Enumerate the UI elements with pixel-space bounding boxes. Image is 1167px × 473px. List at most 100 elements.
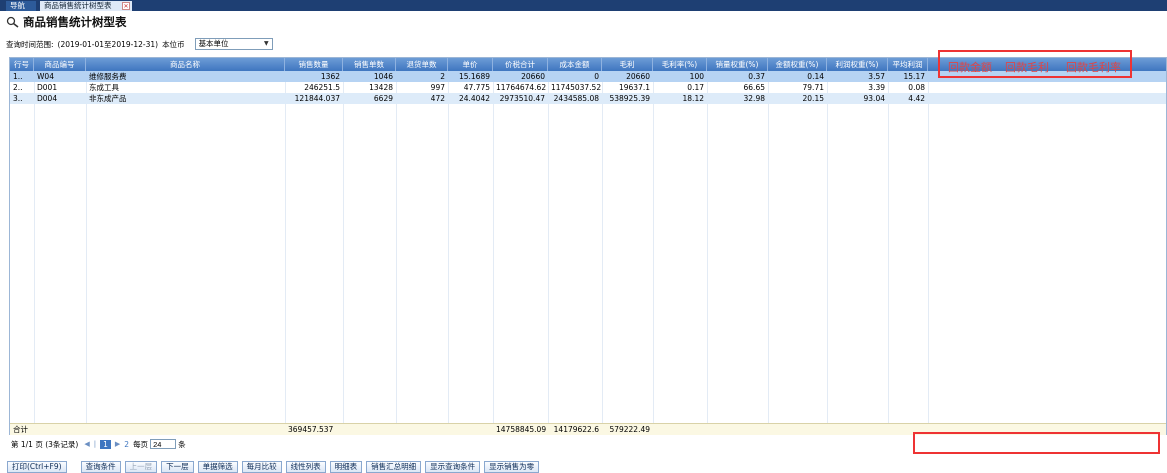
title-row: 商品销售统计树型表 [6,15,127,29]
show-query-conditions-button[interactable]: 显示查询条件 [425,461,481,473]
per-page-unit: 条 [178,439,186,449]
tab-navigation[interactable]: 导航 [6,1,36,11]
table-row[interactable]: 2.. D001 东成工具 246251.5 13428 997 47.775 1176467… [10,82,1166,93]
close-icon[interactable]: ✕ [122,2,130,10]
level-up-button[interactable]: 上一层 [124,461,158,473]
cell-sales-qty: 121844.037 [294,94,340,103]
column-header-return-orders[interactable]: 退货单数 [396,58,448,71]
column-header-item-name[interactable]: 商品名称 [86,58,285,71]
annotation-text: 回款金额 [948,61,992,74]
cell-profit-weight: 3.57 [868,72,885,81]
grid-divider [827,71,828,423]
tab-bar: 导航 商品销售统计树型表 ✕ [0,0,1167,11]
next-page-icon[interactable]: ▶ [115,440,120,448]
cell-gross-profit: 538925.39 [609,94,650,103]
page-button-2[interactable]: 2 [124,440,129,449]
cell-gross-profit: 19637.1 [618,83,650,92]
pager: 第 1/1 页 (3条记录) ◀ | 1 ▶ 2 每页 条 [11,438,186,450]
annotation-text: 回款毛利率 [1066,61,1121,74]
cell-avg-profit: 4.42 [908,94,925,103]
cell-item-code: W04 [37,72,54,81]
column-header-qty-weight[interactable]: 销量权重(%) [707,58,768,71]
column-header-avg-profit[interactable]: 平均利润 [888,58,928,71]
cell-avg-profit: 15.17 [903,72,925,81]
document-filter-button[interactable]: 单据筛选 [197,461,238,473]
column-header-profit-rate[interactable]: 毛利率(%) [653,58,707,71]
cell-qty-weight: 66.65 [743,83,765,92]
column-header-item-code[interactable]: 商品编号 [34,58,86,71]
magnifier-icon [6,16,20,28]
column-header-gross-profit[interactable]: 毛利 [602,58,653,71]
first-page-icon[interactable]: ◀ [84,440,89,448]
cell-item-name: 维修服务费 [89,72,127,81]
total-label: 合计 [13,425,28,434]
level-down-button[interactable]: 下一层 [161,461,194,473]
filter-label: 查询时间范围: [6,39,54,49]
column-header-amount-weight[interactable]: 金额权重(%) [768,58,827,71]
linear-list-button[interactable]: 线性列表 [285,461,326,473]
cell-unit-price: 15.1689 [458,72,490,81]
currency-select[interactable]: 基本单位 ▼ [194,38,273,50]
currency-label: 本位币 [162,39,185,49]
prev-page-icon[interactable]: | [94,440,96,448]
cell-row-no: 2.. [13,83,23,92]
per-page-label: 每页 [133,439,149,449]
cell-profit-weight: 93.04 [863,94,885,103]
cell-sales-orders: 13428 [369,83,393,92]
cell-amount-weight: 79.71 [802,83,824,92]
grid-divider [396,71,397,423]
annotation-box-top: 回款金额 回款毛利 回款毛利率 [938,50,1132,78]
cell-return-orders: 2 [440,72,445,81]
cell-amount-weight: 0.14 [807,72,824,81]
cell-amount-weight: 20.15 [802,94,824,103]
annotation-text: 回款毛利 [1005,61,1049,74]
grid-divider [602,71,603,423]
column-header-profit-weight[interactable]: 利润权重(%) [827,58,888,71]
tab-sales-tree-report[interactable]: 商品销售统计树型表 ✕ [40,1,132,11]
per-page-input[interactable] [150,439,177,449]
cell-profit-weight: 3.39 [868,83,885,92]
cell-cost-amount: 2434585.08 [553,94,599,103]
column-header-row-no[interactable]: 行号 [10,58,34,71]
cell-return-orders: 997 [430,83,445,92]
filter-row: 查询时间范围: (2019-01-01至2019-12-31) 本位币 基本单位… [6,38,273,50]
cell-row-no: 3.. [13,94,23,103]
grid-divider [888,71,889,423]
query-conditions-button[interactable]: 查询条件 [80,461,121,473]
cell-sales-qty: 246251.5 [304,83,340,92]
grid-divider [768,71,769,423]
cell-gross-profit: 20660 [626,72,650,81]
print-button[interactable]: 打印(Ctrl+F9) [7,461,67,473]
grid-divider [653,71,654,423]
currency-value: 基本单位 [198,39,229,48]
column-header-unit-price[interactable]: 单价 [448,58,493,71]
filter-range: (2019-01-01至2019-12-31) [57,39,159,49]
cell-sales-orders: 6629 [373,94,393,103]
total-profit: 579222.49 [609,425,650,434]
grid-divider [86,71,87,423]
grid-divider [34,71,35,423]
grid-divider [343,71,344,423]
total-qty: 369457.537 [288,425,334,434]
monthly-compare-button[interactable]: 每月比较 [241,461,282,473]
annotation-box-bottom [913,432,1160,454]
page-title: 商品销售统计树型表 [23,15,127,29]
sales-summary-detail-button[interactable]: 销售汇总明细 [366,461,422,473]
grid-divider [928,71,929,423]
cell-profit-rate: 0.17 [687,83,704,92]
column-header-cost-amount[interactable]: 成本金额 [548,58,602,71]
grid-divider [285,71,286,423]
sales-grid: 行号 商品编号 商品名称 销售数量 销售单数 退货单数 单价 价税合计 成本金额 毛利 毛利率(%)… [9,57,1167,435]
detail-table-button[interactable]: 明细表 [329,461,363,473]
column-header-tax-total[interactable]: 价税合计 [493,58,548,71]
show-zero-sales-button[interactable]: 显示销售为零 [484,461,540,473]
cell-cost-amount: 0 [594,72,599,81]
column-header-sales-qty[interactable]: 销售数量 [285,58,343,71]
cell-qty-weight: 32.98 [743,94,765,103]
total-tax_total: 14758845.09 [496,425,547,434]
page-button-1[interactable]: 1 [100,439,111,449]
grid-divider [548,71,549,423]
column-header-sales-orders[interactable]: 销售单数 [343,58,396,71]
cell-profit-rate: 100 [689,72,704,81]
table-row[interactable]: 3.. D004 非东成产品 121844.037 6629 472 24.4042 2973… [10,93,1166,104]
